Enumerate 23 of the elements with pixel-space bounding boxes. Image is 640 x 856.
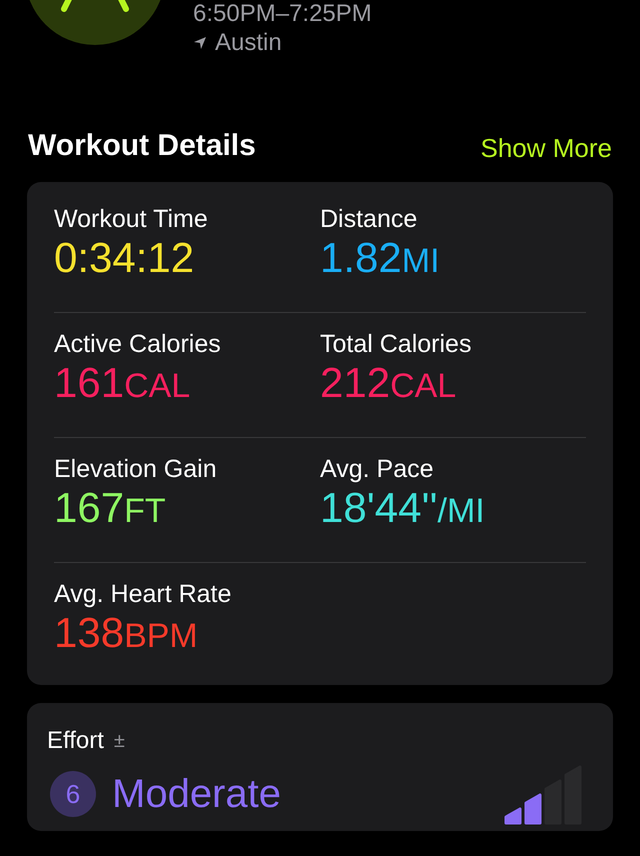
show-more-link[interactable]: Show More xyxy=(480,129,612,168)
metric-label: Elevation Gain xyxy=(54,454,217,484)
metric-value: 18'44''/MI xyxy=(320,484,485,533)
metric-value: 167FT xyxy=(54,484,166,533)
metric-label: Avg. Pace xyxy=(320,454,434,484)
section-title: Workout Details xyxy=(28,128,256,164)
location-label: Austin xyxy=(215,28,282,58)
metric-value: 138BPM xyxy=(54,609,198,658)
location-arrow-icon xyxy=(193,36,207,50)
metric-label: Distance xyxy=(320,204,418,234)
metric-value: 0:34:12 xyxy=(54,234,194,283)
metric-value: 161CAL xyxy=(54,359,190,408)
metric-value: 1.82MI xyxy=(320,234,440,283)
adjust-button[interactable]: ± xyxy=(114,731,125,751)
metric-label: Active Calories xyxy=(54,329,221,359)
metric-label: Avg. Heart Rate xyxy=(54,579,232,609)
effort-rating: Moderate xyxy=(112,771,281,818)
metric-label: Workout Time xyxy=(54,204,208,234)
effort-label: Effort xyxy=(47,726,104,756)
effort-score: 6 xyxy=(50,771,96,817)
time-range: 6:50PM–7:25PM xyxy=(193,0,372,28)
metric-label: Total Calories xyxy=(320,329,472,359)
metric-value: 212CAL xyxy=(320,359,456,408)
